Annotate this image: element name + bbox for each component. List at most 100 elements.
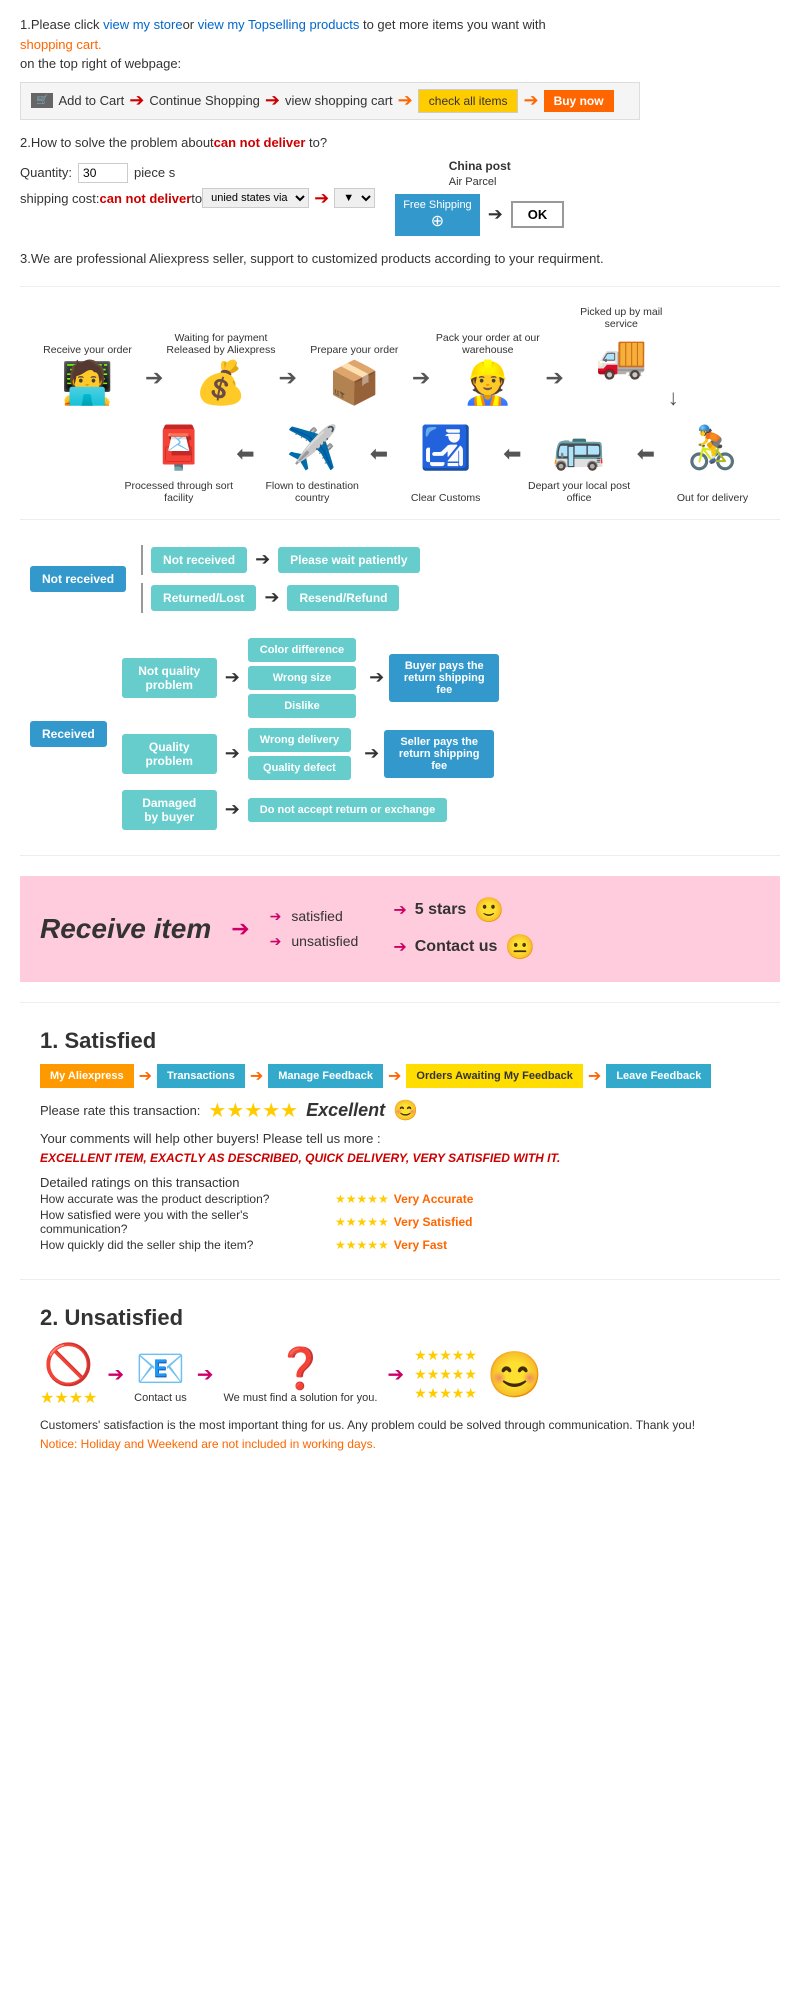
please-wait-node: Please wait patiently (278, 547, 419, 573)
section3-text: 3.We are professional Aliexpress seller,… (20, 251, 780, 266)
unsat-icon2-group: 📧 Contact us (134, 1345, 187, 1404)
cart-icon: 🛒 (31, 93, 53, 108)
section2-title: 2.How to solve the problem about (20, 135, 214, 150)
not-received-row: Not received ➔ Please wait patiently (141, 545, 420, 575)
unsat-stars-4: ★★★★★ (414, 1366, 477, 1383)
quantity-row: Quantity: piece s (20, 163, 375, 183)
neutral-emoji: 😐 (505, 933, 535, 962)
unsatisfied-label: unsatisfied (291, 933, 358, 949)
comment-text: Your comments will help other buyers! Pl… (40, 1131, 760, 1146)
buy-now-button[interactable]: Buy now (544, 90, 614, 112)
color-diff-node: Color difference (248, 638, 356, 662)
quantity-input[interactable] (78, 163, 128, 183)
step-depart-icon: 🚌 (553, 424, 605, 473)
step-depart-post: 🚌 Depart your local post office (522, 421, 637, 504)
step-customs: 🛃 Clear Customs (388, 421, 503, 504)
section3: 3.We are professional Aliexpress seller,… (20, 251, 780, 266)
notice-text: Notice: Holiday and Weekend are not incl… (40, 1437, 760, 1451)
quality-defect-node: Quality defect (248, 756, 351, 780)
shopping-cart-link[interactable]: shopping cart. (20, 37, 102, 52)
arrow1: ➔ (129, 90, 144, 111)
q2-stars: ★★★★★ (335, 1215, 389, 1229)
seller-pays-node: Seller pays the return shipping fee (384, 730, 494, 778)
received-root: Received (30, 721, 107, 747)
rating-stars: ★★★★★ (208, 1098, 298, 1123)
fb-step-leave: Leave Feedback (606, 1064, 711, 1088)
ok-arrow: ➔ (488, 204, 503, 225)
damaged-node: Damaged by buyer (122, 790, 217, 830)
view-topselling-link[interactable]: view my Topselling products (198, 17, 360, 32)
quality-row: Quality problem ➔ Wrong delivery Quality… (122, 728, 500, 780)
vert-line (141, 545, 143, 575)
view-store-link[interactable]: view my store (103, 17, 182, 32)
step-waiting-payment: Waiting for payment Released by Aliexpre… (163, 328, 278, 411)
step-customs-icon: 🛃 (419, 424, 471, 473)
arrow2: ➔ (265, 90, 280, 111)
step-customs-label: Clear Customs (411, 476, 480, 504)
unsat-stars-3: ★★★★★ (414, 1385, 477, 1402)
process-top-row: Receive your order 🧑‍💻 ➔ Waiting for pay… (30, 302, 770, 411)
dislike-node: Dislike (248, 694, 356, 718)
free-shipping-icon: ⊕ (403, 211, 472, 231)
arrow-rev4: ⬅ (236, 421, 254, 467)
happy-face-icon: 😊 (487, 1348, 543, 1401)
section1: 1.Please click view my storeor view my T… (20, 15, 780, 120)
shipping-row: shipping cost: can not deliver to unied … (20, 188, 375, 209)
flow-arrow5: ➔ (225, 743, 240, 764)
section2-left: Quantity: piece s shipping cost: can not… (20, 158, 375, 236)
customer-satisfaction-text: Customers' satisfaction is the most impo… (40, 1418, 760, 1432)
step-waiting-label: Waiting for payment Released by Aliexpre… (163, 328, 278, 356)
down-arrow: ↓ (564, 385, 679, 411)
ok-button[interactable]: OK (511, 201, 565, 228)
receive-arrow1: ➔ (231, 916, 249, 942)
satisfied-section: 1. Satisfied My Aliexpress ➔ Transaction… (20, 1013, 780, 1269)
resend-refund-node: Resend/Refund (287, 585, 399, 611)
fb-arrow3: ➔ (388, 1066, 401, 1086)
step-pickup-icon: 🚚 (595, 333, 647, 382)
excellent-emoji: 😊 (393, 1098, 418, 1123)
unsat-stars-group: ★★★★★ ★★★★★ ★★★★★ (414, 1347, 477, 1402)
five-stars-row: ➔ 5 stars 🙂 (393, 896, 535, 925)
no-icon: 🚫 (44, 1341, 94, 1388)
not-quality-row: Not quality problem ➔ Color difference W… (122, 638, 500, 718)
step-out-label: Out for delivery (677, 476, 748, 504)
step-pickup-label: Picked up by mail service (564, 302, 679, 330)
arrow-sat: ➔ (270, 908, 282, 925)
not-received-branches: Not received ➔ Please wait patiently Ret… (141, 545, 420, 613)
china-post-label: China post (449, 159, 511, 173)
five-stars-label: 5 stars (415, 901, 467, 919)
shipping-arrow: ➔ (314, 188, 329, 209)
flow-arrow4: ➔ (369, 667, 384, 688)
continue-shopping-label: Continue Shopping (149, 93, 260, 108)
cart-steps-bar: 🛒 Add to Cart ➔ Continue Shopping ➔ view… (20, 82, 640, 120)
rate-row: Please rate this transaction: ★★★★★ Exce… (40, 1098, 760, 1123)
receive-item-title: Receive item (40, 913, 211, 945)
unsat-arrow2: ➔ (197, 1362, 214, 1387)
step-prepare-icon: 📦 (328, 359, 380, 408)
contact-us-label2: Contact us (134, 1392, 187, 1404)
contact-us-row: ➔ Contact us 😐 (393, 933, 535, 962)
country-select[interactable]: unied states via (202, 188, 309, 208)
step-flown-icon: ✈️ (286, 424, 338, 473)
unsat-stars-row1: ★★★★ (40, 1388, 97, 1408)
shipping-method-select[interactable]: ▼ (334, 188, 375, 208)
arrow-step2: ➔ (278, 365, 296, 411)
detailed-label: Detailed ratings on this transaction (40, 1175, 760, 1190)
must-find-label: We must find a solution for you. (224, 1392, 378, 1404)
process-section: Receive your order 🧑‍💻 ➔ Waiting for pay… (20, 297, 780, 509)
flow-arrow6: ➔ (364, 743, 379, 764)
step-prepare-label: Prepare your order (310, 328, 398, 356)
not-received-section: Not received Not received ➔ Please wait … (30, 545, 770, 613)
contact-us-label: Contact us (415, 938, 498, 956)
happy-emoji: 🙂 (474, 896, 504, 925)
arrow3: ➔ (398, 90, 413, 111)
flow-arrow3: ➔ (225, 667, 240, 688)
check-all-items-label: check all items (418, 89, 519, 113)
arrow4: ➔ (523, 90, 538, 111)
rating-row-1: How accurate was the product description… (40, 1192, 760, 1206)
detailed-ratings: Detailed ratings on this transaction How… (40, 1175, 760, 1252)
air-parcel-label: Air Parcel (449, 176, 497, 188)
excellent-item-text: EXCELLENT ITEM, EXACTLY AS DESCRIBED, QU… (40, 1151, 760, 1165)
quality-node: Quality problem (122, 734, 217, 774)
step-pack-order: Pack your order at our warehouse 👷 (430, 328, 545, 411)
